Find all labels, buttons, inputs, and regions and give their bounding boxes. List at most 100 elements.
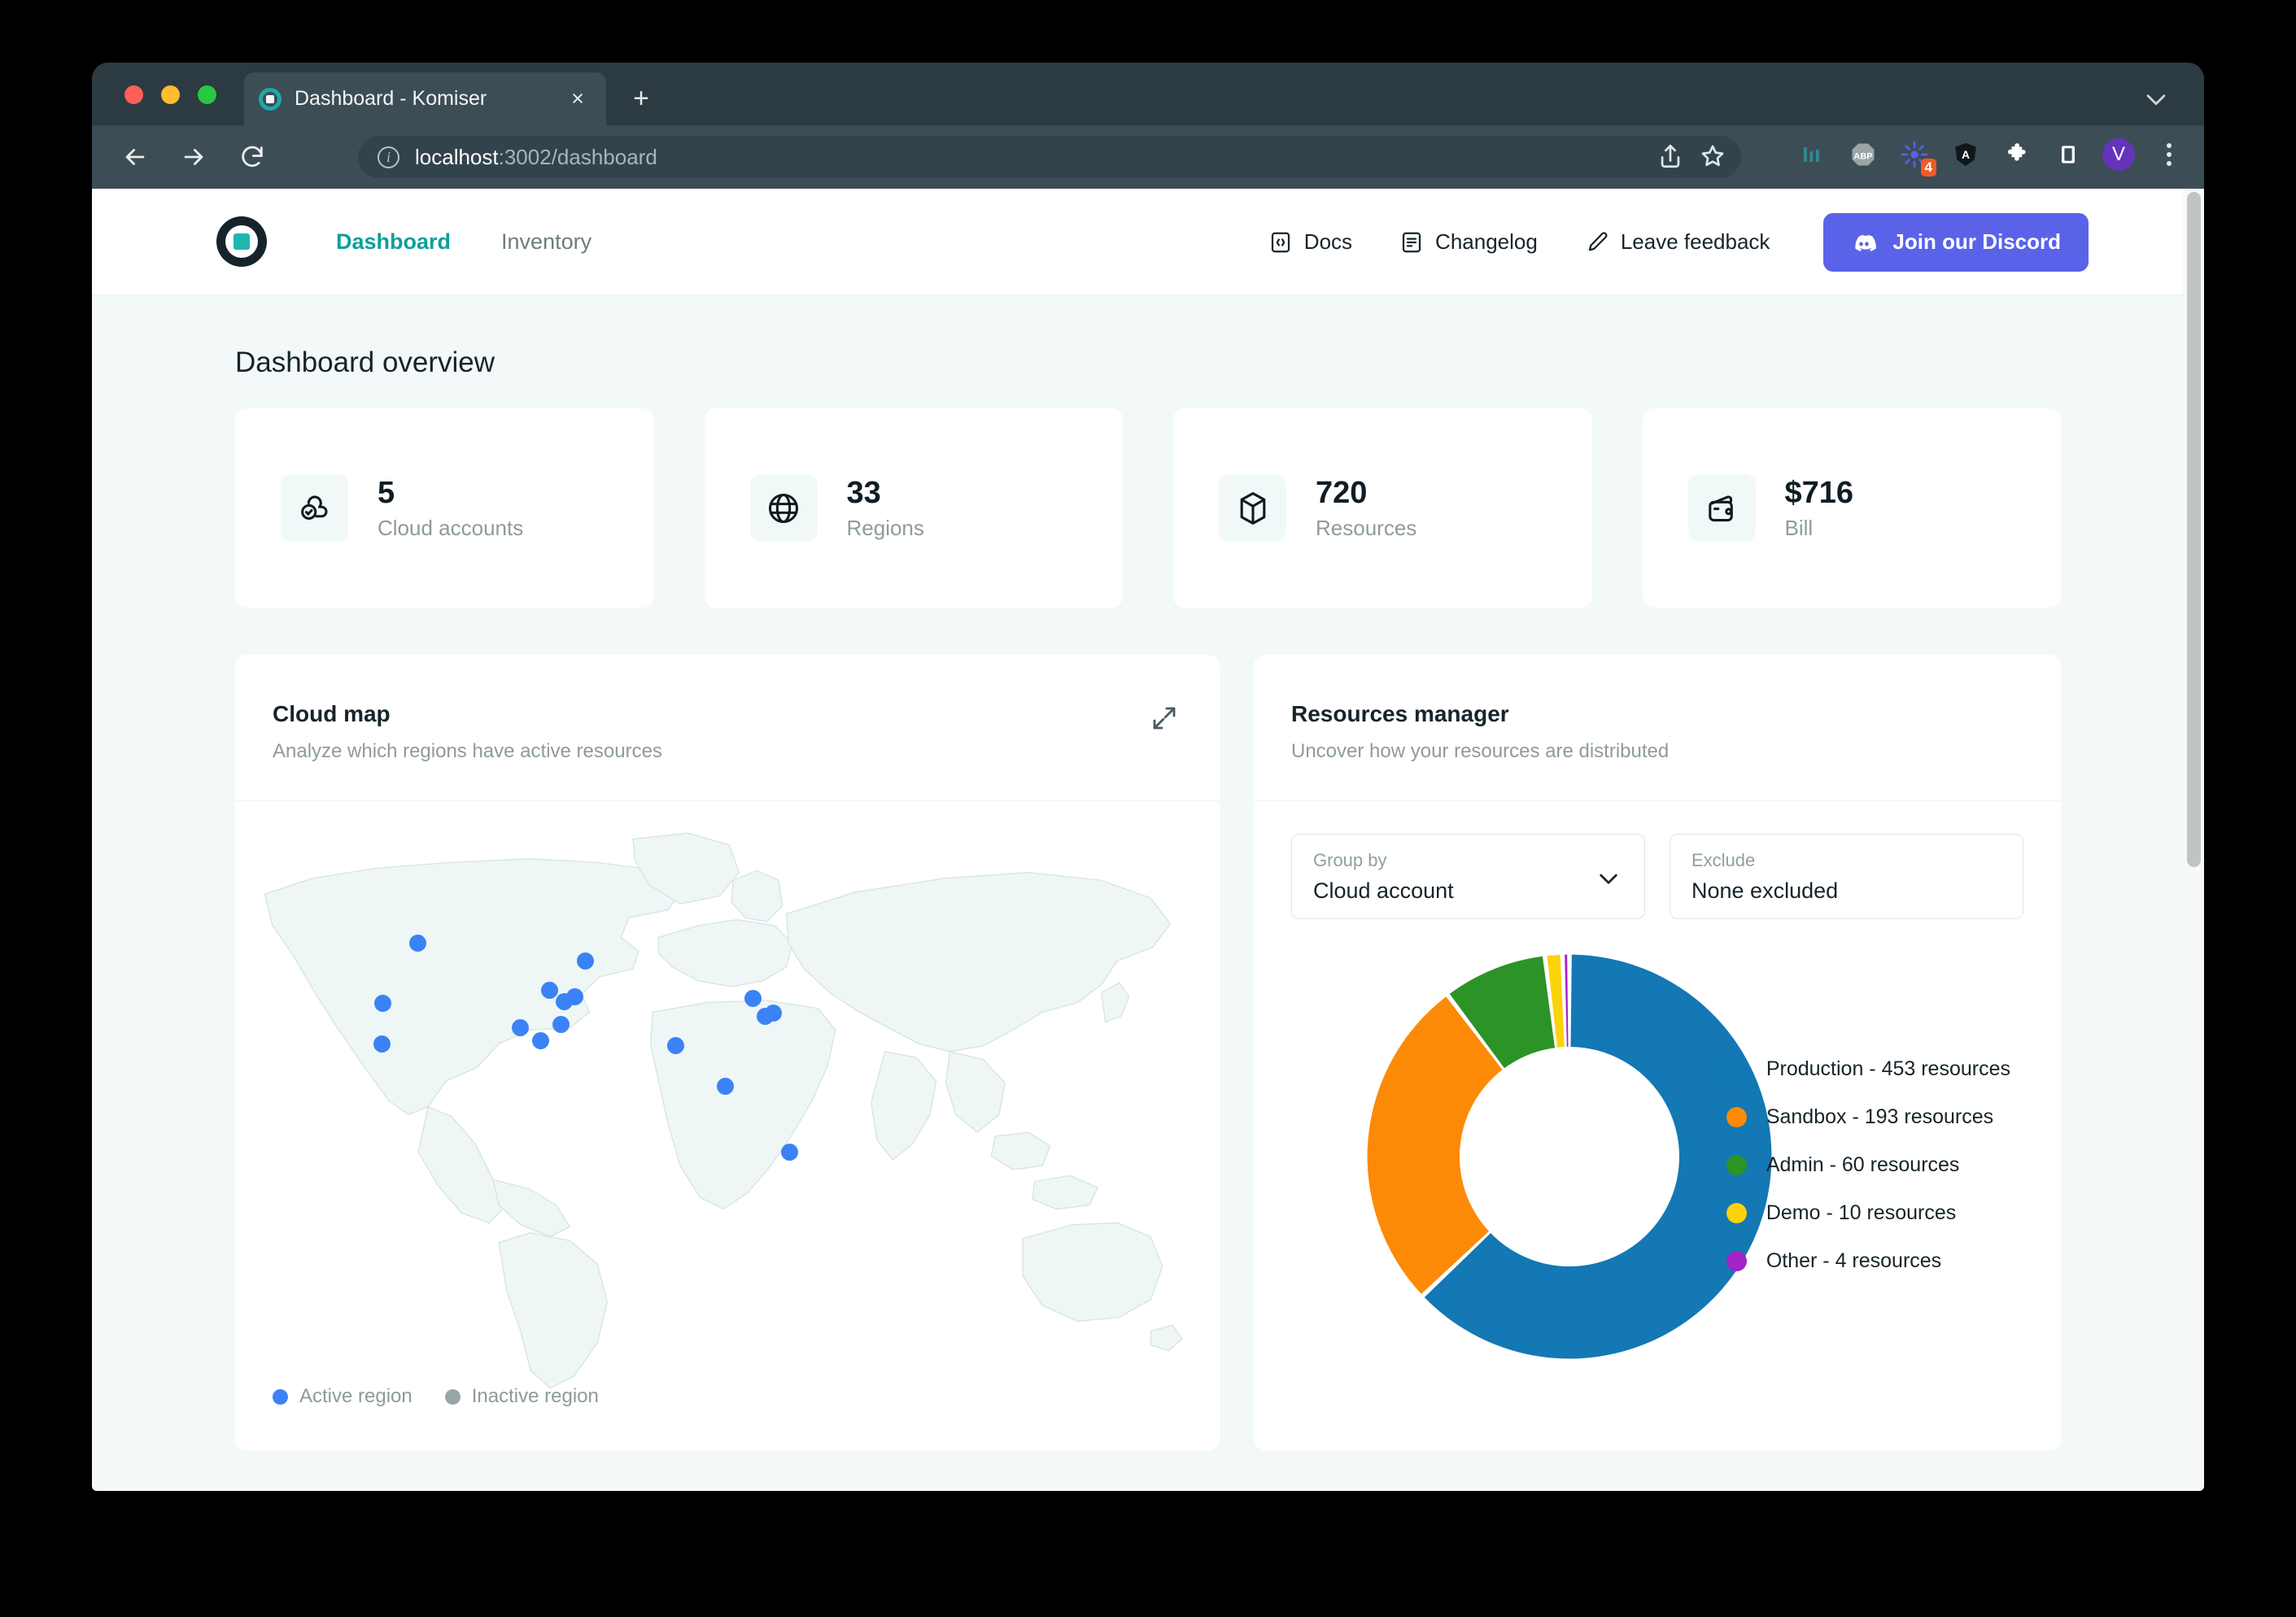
- window-traffic-lights: [124, 85, 216, 104]
- join-discord-button[interactable]: Join our Discord: [1823, 213, 2089, 272]
- stat-value: 5: [378, 476, 395, 510]
- resources-manager-controls: Group by Cloud account Exclude None excl…: [1254, 801, 2061, 919]
- panel-title: Resources manager: [1291, 701, 2023, 727]
- share-icon[interactable]: [1657, 142, 1684, 170]
- chevron-down-icon[interactable]: [2142, 85, 2170, 113]
- legend-swatch-icon: [1726, 1155, 1747, 1175]
- profile-avatar[interactable]: V: [2102, 138, 2135, 171]
- legend-label: Other - 4 resources: [1766, 1249, 1941, 1273]
- header-link-docs[interactable]: Docs: [1268, 229, 1352, 255]
- changelog-icon: [1399, 230, 1424, 255]
- browser-toolbar: i localhost:3002/dashboard ABP 4: [92, 125, 2204, 189]
- address-bar[interactable]: i localhost:3002/dashboard: [358, 136, 1741, 178]
- legend-item-admin[interactable]: Admin - 60 resources: [1726, 1153, 2010, 1177]
- legend-label: Inactive region: [472, 1385, 599, 1408]
- wallet-icon: [1688, 474, 1756, 542]
- main-content: Dashboard overview 5 Cloud accounts: [92, 295, 2204, 1450]
- kebab-menu-icon[interactable]: [2152, 137, 2186, 172]
- cloud-map-panel: Cloud map Analyze which regions have act…: [235, 655, 1220, 1450]
- stat-label: Regions: [847, 516, 924, 541]
- group-by-select[interactable]: Group by Cloud account: [1291, 834, 1645, 919]
- nav-item-dashboard[interactable]: Dashboard: [336, 229, 451, 255]
- legend-label: Production - 453 resources: [1766, 1057, 2010, 1081]
- header-link-changelog[interactable]: Changelog: [1399, 229, 1538, 255]
- resources-donut-area: Production - 453 resources Sandbox - 193…: [1254, 919, 2061, 1450]
- stat-value: 33: [847, 476, 881, 510]
- scrollbar-thumb[interactable]: [2187, 192, 2201, 867]
- map-dot-active: [512, 1019, 529, 1036]
- docs-icon: [1268, 230, 1293, 255]
- site-info-icon[interactable]: i: [378, 146, 399, 168]
- donut-legend: Production - 453 resources Sandbox - 193…: [1726, 1057, 2010, 1273]
- bars-extension-icon[interactable]: [1795, 137, 1829, 172]
- world-map[interactable]: Active region Inactive region: [235, 801, 1220, 1450]
- cloud-map-header: Cloud map Analyze which regions have act…: [235, 655, 1220, 801]
- svg-text:A: A: [1962, 148, 1970, 161]
- discord-button-label: Join our Discord: [1892, 229, 2061, 255]
- panel-subtitle: Uncover how your resources are distribut…: [1291, 740, 2023, 763]
- stat-card-cloud-accounts[interactable]: 5 Cloud accounts: [235, 408, 654, 608]
- legend-swatch-icon: [1726, 1107, 1747, 1127]
- map-dot-active: [409, 935, 426, 952]
- header-link-leave-feedback[interactable]: Leave feedback: [1585, 229, 1770, 255]
- pencil-icon: [1585, 230, 1609, 255]
- legend-item-demo[interactable]: Demo - 10 resources: [1726, 1201, 2010, 1225]
- stat-card-regions[interactable]: 33 Regions: [705, 408, 1124, 608]
- cube-icon: [1219, 474, 1286, 542]
- legend-item-inactive-region: Inactive region: [445, 1385, 599, 1408]
- stat-card-bill[interactable]: $716 Bill: [1643, 408, 2062, 608]
- resources-manager-header: Resources manager Uncover how your resou…: [1254, 655, 2061, 801]
- legend-item-sandbox[interactable]: Sandbox - 193 resources: [1726, 1105, 2010, 1129]
- legend-item-production[interactable]: Production - 453 resources: [1726, 1057, 2010, 1081]
- minimize-window-button[interactable]: [161, 85, 180, 104]
- svg-text:ABP: ABP: [1853, 151, 1873, 161]
- puzzle-extensions-icon[interactable]: [2000, 137, 2034, 172]
- header-link-label: Docs: [1304, 229, 1352, 255]
- globe-icon: [750, 474, 818, 542]
- map-dot-active: [717, 1078, 734, 1095]
- komiser-logo[interactable]: [216, 216, 267, 267]
- adblock-plus-icon[interactable]: ABP: [1846, 137, 1880, 172]
- exclude-select[interactable]: Exclude None excluded: [1670, 834, 2023, 919]
- back-icon[interactable]: [113, 135, 157, 179]
- map-dot-active: [667, 1037, 684, 1054]
- reload-icon[interactable]: [230, 135, 274, 179]
- angular-devtools-icon[interactable]: A: [1949, 137, 1983, 172]
- stat-value: 720: [1316, 476, 1367, 510]
- resources-donut-chart[interactable]: [1350, 937, 1789, 1376]
- maximize-window-button[interactable]: [198, 85, 216, 104]
- dashboard-panels: Cloud map Analyze which regions have act…: [235, 655, 2061, 1450]
- stat-label: Cloud accounts: [378, 516, 523, 541]
- world-map-svg: [235, 819, 1220, 1388]
- browser-tab[interactable]: Dashboard - Komiser ×: [244, 72, 606, 125]
- extension-badge-count: 4: [1921, 159, 1936, 177]
- legend-item-other[interactable]: Other - 4 resources: [1726, 1249, 2010, 1273]
- map-dot-active: [373, 1035, 391, 1053]
- map-dot-active: [744, 990, 762, 1007]
- legend-swatch-icon: [1726, 1251, 1747, 1271]
- stat-card-resources[interactable]: 720 Resources: [1173, 408, 1592, 608]
- tab-title: Dashboard - Komiser: [295, 87, 564, 111]
- browser-window: Dashboard - Komiser × + i localhost:3002…: [92, 63, 2204, 1491]
- sunburst-extension-icon[interactable]: 4: [1897, 137, 1932, 172]
- side-panel-icon[interactable]: [2051, 137, 2085, 172]
- map-dot-active: [765, 1005, 782, 1022]
- page-scrollbar[interactable]: [2183, 189, 2204, 1491]
- chevron-down-icon[interactable]: [1595, 865, 1622, 891]
- exclude-value: None excluded: [1691, 878, 2001, 904]
- stat-value: $716: [1785, 476, 1854, 510]
- cloud-check-icon: [281, 474, 348, 542]
- panel-title: Cloud map: [273, 701, 1182, 727]
- inactive-region-dot-icon: [445, 1389, 461, 1405]
- page-title: Dashboard overview: [235, 295, 2061, 408]
- nav-item-inventory[interactable]: Inventory: [501, 229, 591, 255]
- close-icon[interactable]: ×: [564, 85, 591, 113]
- new-tab-button[interactable]: +: [625, 83, 657, 116]
- bookmark-star-icon[interactable]: [1699, 142, 1726, 170]
- active-region-dot-icon: [273, 1389, 288, 1405]
- expand-icon[interactable]: [1150, 704, 1179, 733]
- legend-label: Active region: [299, 1385, 412, 1408]
- donut-slice-other[interactable]: [1565, 955, 1568, 1047]
- forward-icon[interactable]: [172, 135, 216, 179]
- close-window-button[interactable]: [124, 85, 143, 104]
